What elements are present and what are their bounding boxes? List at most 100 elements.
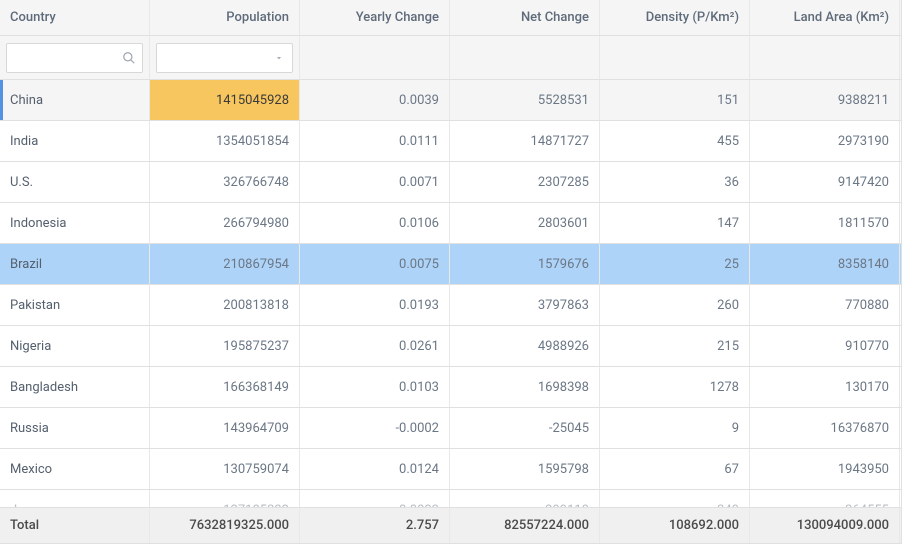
cell-land-area[interactable]: 8358140 xyxy=(750,244,900,284)
cell-population[interactable]: 1415045928 xyxy=(150,80,300,120)
col-header-density[interactable]: Density (P/Km²) xyxy=(600,0,750,35)
cell-yearly-change[interactable]: -0.0002 xyxy=(300,408,450,448)
footer-net-change: 82557224.000 xyxy=(450,508,600,543)
cell-population[interactable]: 210867954 xyxy=(150,244,300,284)
cell-country[interactable]: Pakistan xyxy=(0,285,150,325)
table-row[interactable]: Russia143964709-0.0002-25045916376870 xyxy=(0,408,901,449)
search-icon[interactable] xyxy=(122,51,136,65)
col-header-country[interactable]: Country xyxy=(0,0,150,35)
table-row[interactable]: Nigeria1958752370.02614988926215910770 xyxy=(0,326,901,367)
cell-country[interactable]: Bangladesh xyxy=(0,367,150,407)
cell-population[interactable]: 166368149 xyxy=(150,367,300,407)
cell-population[interactable]: 195875237 xyxy=(150,326,300,366)
cell-density[interactable]: 36 xyxy=(600,162,750,202)
table-row[interactable]: Japan127185332-0.0023-299118349364555 xyxy=(0,490,901,507)
cell-country[interactable]: Japan xyxy=(0,490,150,507)
cell-land-area[interactable]: 1943950 xyxy=(750,449,900,489)
cell-density[interactable]: 25 xyxy=(600,244,750,284)
footer-land-area: 130094009.000 xyxy=(750,508,900,543)
cell-population[interactable]: 1354051854 xyxy=(150,121,300,161)
cell-density[interactable]: 67 xyxy=(600,449,750,489)
cell-net-change[interactable]: 2803601 xyxy=(450,203,600,243)
filter-population xyxy=(150,36,300,79)
cell-net-change[interactable]: 5528531 xyxy=(450,80,600,120)
cell-land-area[interactable]: 16376870 xyxy=(750,408,900,448)
cell-density[interactable]: 151 xyxy=(600,80,750,120)
cell-net-change[interactable]: 1698398 xyxy=(450,367,600,407)
population-filter-dropdown[interactable] xyxy=(156,43,293,73)
cell-population[interactable]: 130759074 xyxy=(150,449,300,489)
cell-population[interactable]: 326766748 xyxy=(150,162,300,202)
cell-net-change[interactable]: 14871727 xyxy=(450,121,600,161)
table-row[interactable]: Brazil2108679540.00751579676258358140 xyxy=(0,244,901,285)
cell-yearly-change[interactable]: 0.0193 xyxy=(300,285,450,325)
cell-density[interactable]: 349 xyxy=(600,490,750,507)
table-row[interactable]: Mexico1307590740.01241595798671943950 xyxy=(0,449,901,490)
cell-density[interactable]: 1278 xyxy=(600,367,750,407)
table-row[interactable]: Bangladesh1663681490.0103169839812781301… xyxy=(0,367,901,408)
cell-density[interactable]: 260 xyxy=(600,285,750,325)
col-header-population[interactable]: Population xyxy=(150,0,300,35)
cell-density[interactable]: 147 xyxy=(600,203,750,243)
grid-body[interactable]: China14150459280.003955285311519388211In… xyxy=(0,80,901,507)
search-input[interactable] xyxy=(13,50,122,65)
search-wrap xyxy=(6,43,143,73)
cell-yearly-change[interactable]: -0.0023 xyxy=(300,490,450,507)
cell-yearly-change[interactable]: 0.0124 xyxy=(300,449,450,489)
table-row[interactable]: Pakistan2008138180.01933797863260770880 xyxy=(0,285,901,326)
cell-country[interactable]: Brazil xyxy=(0,244,150,284)
cell-land-area[interactable]: 9147420 xyxy=(750,162,900,202)
cell-yearly-change[interactable]: 0.0103 xyxy=(300,367,450,407)
cell-yearly-change[interactable]: 0.0071 xyxy=(300,162,450,202)
cell-yearly-change[interactable]: 0.0039 xyxy=(300,80,450,120)
cell-population[interactable]: 200813818 xyxy=(150,285,300,325)
col-header-land-area[interactable]: Land Area (Km²) xyxy=(750,0,900,35)
table-row[interactable]: China14150459280.003955285311519388211 xyxy=(0,80,901,121)
cell-net-change[interactable]: -299118 xyxy=(450,490,600,507)
cell-net-change[interactable]: 1579676 xyxy=(450,244,600,284)
cell-land-area[interactable]: 130170 xyxy=(750,367,900,407)
table-row[interactable]: Indonesia2667949800.01062803601147181157… xyxy=(0,203,901,244)
cell-country[interactable]: Russia xyxy=(0,408,150,448)
cell-yearly-change[interactable]: 0.0075 xyxy=(300,244,450,284)
cell-country[interactable]: India xyxy=(0,121,150,161)
cell-country[interactable]: Mexico xyxy=(0,449,150,489)
cell-land-area[interactable]: 1811570 xyxy=(750,203,900,243)
filter-net-change xyxy=(450,36,600,79)
cell-net-change[interactable]: -25045 xyxy=(450,408,600,448)
cell-land-area[interactable]: 364555 xyxy=(750,490,900,507)
cell-population[interactable]: 266794980 xyxy=(150,203,300,243)
cell-yearly-change[interactable]: 0.0111 xyxy=(300,121,450,161)
data-grid: Country Population Yearly Change Net Cha… xyxy=(0,0,902,544)
cell-yearly-change[interactable]: 0.0261 xyxy=(300,326,450,366)
chevron-down-icon xyxy=(274,53,284,63)
filter-yearly-change xyxy=(300,36,450,79)
cell-land-area[interactable]: 9388211 xyxy=(750,80,900,120)
table-row[interactable]: U.S.3267667480.00712307285369147420 xyxy=(0,162,901,203)
cell-country[interactable]: China xyxy=(0,80,150,120)
cell-net-change[interactable]: 1595798 xyxy=(450,449,600,489)
footer-yearly-change: 2.757 xyxy=(300,508,450,543)
cell-land-area[interactable]: 2973190 xyxy=(750,121,900,161)
cell-population[interactable]: 127185332 xyxy=(150,490,300,507)
cell-net-change[interactable]: 4988926 xyxy=(450,326,600,366)
cell-net-change[interactable]: 2307285 xyxy=(450,162,600,202)
col-header-yearly-change[interactable]: Yearly Change xyxy=(300,0,450,35)
cell-land-area[interactable]: 770880 xyxy=(750,285,900,325)
cell-population[interactable]: 143964709 xyxy=(150,408,300,448)
header-row: Country Population Yearly Change Net Cha… xyxy=(0,0,901,36)
cell-yearly-change[interactable]: 0.0106 xyxy=(300,203,450,243)
footer-density: 108692.000 xyxy=(600,508,750,543)
cell-country[interactable]: Indonesia xyxy=(0,203,150,243)
footer-label: Total xyxy=(0,508,150,543)
cell-density[interactable]: 215 xyxy=(600,326,750,366)
table-row[interactable]: India13540518540.0111148717274552973190 xyxy=(0,121,901,162)
col-header-net-change[interactable]: Net Change xyxy=(450,0,600,35)
cell-density[interactable]: 455 xyxy=(600,121,750,161)
cell-net-change[interactable]: 3797863 xyxy=(450,285,600,325)
cell-density[interactable]: 9 xyxy=(600,408,750,448)
filter-row xyxy=(0,36,901,80)
cell-land-area[interactable]: 910770 xyxy=(750,326,900,366)
cell-country[interactable]: U.S. xyxy=(0,162,150,202)
cell-country[interactable]: Nigeria xyxy=(0,326,150,366)
